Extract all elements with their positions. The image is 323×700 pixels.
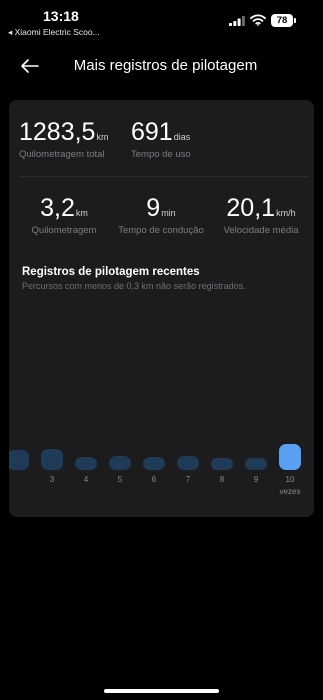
ride-duration-label: Tempo de condução xyxy=(118,225,204,236)
ride-duration-unit: min xyxy=(161,208,176,218)
usage-time-unit: dias xyxy=(173,132,191,142)
chart-tick-label: 5 xyxy=(117,475,123,484)
status-bar: 13:18 ◂ Xiaomi Electric Scoo... 78 xyxy=(0,0,323,42)
usage-time-label: Tempo de uso xyxy=(131,149,191,160)
battery-icon: 78 xyxy=(271,14,293,27)
chart-tick-label: 4 xyxy=(83,475,89,484)
riding-records-card: 1283,5km Quilometragem total 691dias Tem… xyxy=(9,100,314,517)
chart-bar-9[interactable] xyxy=(245,457,267,470)
chart-tick-label: 6 xyxy=(151,475,157,484)
chart-bar-10[interactable] xyxy=(279,444,301,470)
recent-rides-chart[interactable]: 3 4 5 6 7 8 9 10 vezes xyxy=(9,300,314,500)
nav-bar: Mais registros de pilotagem xyxy=(0,48,323,84)
chart-x-unit-label: vezes xyxy=(279,487,301,496)
chart-bar-2[interactable] xyxy=(9,450,29,470)
ride-duration-value: 9 xyxy=(146,194,161,222)
chart-bar-7[interactable] xyxy=(177,455,199,470)
home-indicator[interactable] xyxy=(104,689,219,693)
ride-duration-stat: 9min Tempo de condução xyxy=(113,194,209,236)
battery-cap xyxy=(294,18,296,23)
chart-tick-label: 10 xyxy=(285,475,295,484)
recent-records-subtitle: Percursos com menos de 0,3 km não serão … xyxy=(22,281,246,291)
chart-bar-8[interactable] xyxy=(211,457,233,470)
chart-bar-3[interactable] xyxy=(41,449,63,470)
avg-speed-unit: km/h xyxy=(276,208,296,218)
chart-bar-6[interactable] xyxy=(143,456,165,470)
chart-tick-label: 3 xyxy=(49,475,55,484)
chart-bar-4[interactable] xyxy=(75,456,97,470)
chart-tick-label: 7 xyxy=(185,475,191,484)
status-time: 13:18 xyxy=(43,8,79,24)
ride-distance-value: 3,2 xyxy=(40,194,75,222)
chart-tick-label: 8 xyxy=(219,475,225,484)
ride-distance-unit: km xyxy=(75,208,88,218)
divider xyxy=(20,176,308,177)
avg-speed-label: Velocidade média xyxy=(223,225,299,236)
usage-time-value: 691 xyxy=(131,118,173,146)
avg-speed-value: 20,1 xyxy=(226,194,276,222)
back-to-app-link[interactable]: ◂ Xiaomi Electric Scoo... xyxy=(8,27,100,38)
usage-time-stat: 691dias Tempo de uso xyxy=(131,118,191,160)
chart-tick-label: 9 xyxy=(253,475,259,484)
ride-distance-stat: 3,2km Quilometragem xyxy=(19,194,109,236)
recent-records-title: Registros de pilotagem recentes xyxy=(22,266,200,278)
total-mileage-value: 1283,5 xyxy=(19,118,96,146)
page-title: Mais registros de pilotagem xyxy=(73,57,258,74)
chart-bar-5[interactable] xyxy=(109,455,131,470)
wifi-icon xyxy=(250,14,266,26)
total-mileage-label: Quilometragem total xyxy=(19,149,105,160)
avg-speed-stat: 20,1km/h Velocidade média xyxy=(214,194,308,236)
total-mileage-unit: km xyxy=(96,132,109,142)
ride-distance-label: Quilometragem xyxy=(31,225,97,236)
total-mileage-stat: 1283,5km Quilometragem total xyxy=(19,118,108,160)
cellular-signal-icon xyxy=(229,16,245,26)
